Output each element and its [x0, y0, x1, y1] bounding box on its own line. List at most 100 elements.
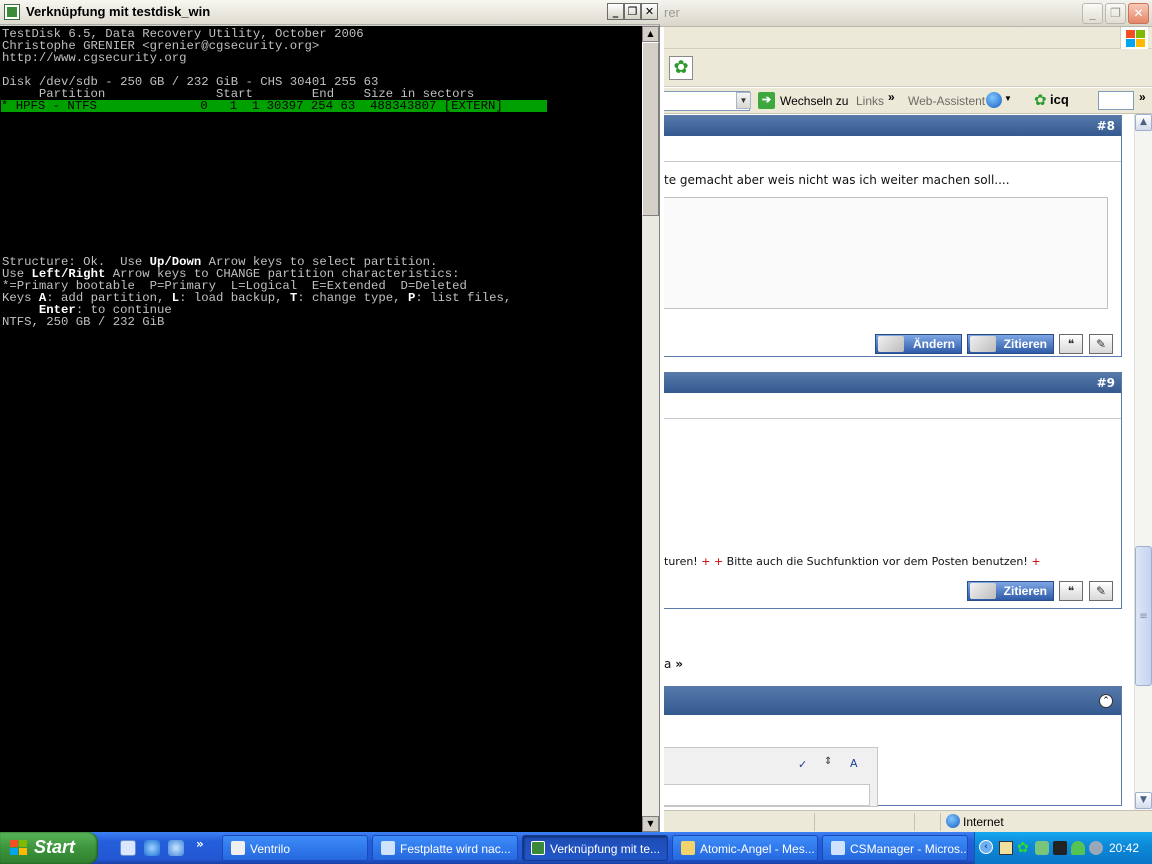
quick-reply-icon[interactable]: ✎ — [1089, 581, 1113, 601]
taskbar: Start » Ventrilo Festplatte wird nac... … — [0, 832, 1152, 864]
minimize-icon[interactable]: _ — [1082, 3, 1103, 24]
console-window: Verknüpfung mit testdisk_win _ ❐ ✕ TestD… — [0, 0, 660, 832]
media-player-icon[interactable] — [168, 840, 184, 856]
internet-explorer-icon — [831, 841, 845, 855]
task-atomic-angel[interactable]: Atomic-Angel - Mes... — [672, 835, 818, 861]
quick-reply-header: ⌃ — [664, 687, 1121, 715]
restore-icon[interactable]: ❐ — [1105, 3, 1126, 24]
speaker-icon[interactable] — [1089, 841, 1103, 855]
console-app-icon[interactable] — [4, 4, 20, 20]
console-line: http://www.cgsecurity.org — [2, 51, 187, 65]
chevron-down-icon[interactable]: ▼ — [1004, 94, 1012, 103]
minimize-icon[interactable]: _ — [607, 3, 624, 20]
console-scrollbar[interactable]: ▲ ▼ — [642, 26, 659, 832]
links-button[interactable]: Links — [856, 94, 884, 108]
chevron-left-icon[interactable]: ‹ — [979, 840, 993, 854]
messenger-icon[interactable] — [1071, 841, 1085, 855]
quick-reply-icon[interactable]: ✎ — [1089, 334, 1113, 354]
start-label: Start — [34, 837, 76, 857]
selected-partition-row[interactable]: * HPFS - NTFS 0 1 1 30397 254 63 4883438… — [1, 100, 547, 112]
icq-flower-icon[interactable]: ✿ — [1034, 91, 1047, 109]
globe-icon[interactable] — [986, 92, 1002, 108]
console-app-icon — [531, 841, 545, 855]
font-icon[interactable]: A — [850, 757, 858, 770]
web-assistant-button[interactable]: Web-Assistent — [908, 94, 985, 108]
status-bar: Internet — [664, 810, 1152, 832]
chevron-right-icon[interactable]: » — [196, 837, 204, 851]
spellcheck-icon[interactable]: ✓ — [798, 758, 807, 771]
scroll-up-icon[interactable]: ▲ — [642, 26, 659, 42]
system-tray: ‹ ✿ 20:42 — [974, 832, 1152, 864]
restore-icon[interactable]: ❐ — [624, 3, 641, 20]
task-festplatte[interactable]: Festplatte wird nac... — [372, 835, 518, 861]
multiquote-icon[interactable]: ❝ — [1059, 334, 1083, 354]
icq-search-input[interactable] — [1098, 91, 1134, 110]
messenger-icon — [681, 841, 695, 855]
security-zone: Internet — [963, 815, 1004, 829]
reply-textarea[interactable] — [664, 784, 870, 806]
internet-explorer-icon — [381, 841, 395, 855]
ventrilo-icon — [231, 841, 245, 855]
scrollbar-thumb[interactable]: ≡ — [1135, 546, 1152, 686]
thread-nav-link[interactable]: a » — [664, 657, 683, 671]
edit-button[interactable]: Ändern — [875, 334, 962, 354]
post-header: #9 — [664, 373, 1121, 393]
multiquote-icon[interactable]: ❝ — [1059, 581, 1083, 601]
chevron-down-icon[interactable]: ▼ — [736, 92, 751, 109]
scroll-down-icon[interactable]: ▼ — [642, 816, 659, 832]
reply-editor: ✓ ⇕ A — [664, 747, 878, 807]
desktop-icon[interactable] — [120, 840, 136, 856]
browser-title: rer — [664, 5, 680, 20]
post-number[interactable]: #8 — [1097, 119, 1115, 133]
scrollbar-thumb[interactable] — [642, 42, 659, 216]
quote-button[interactable]: Zitieren — [967, 581, 1054, 601]
post-number[interactable]: #9 — [1097, 376, 1115, 390]
network-icon[interactable] — [1053, 841, 1067, 855]
close-icon[interactable]: ✕ — [1128, 3, 1149, 24]
scroll-down-icon[interactable]: ▼ — [1135, 792, 1152, 809]
page-content: #8 te gemacht aber weis nicht was ich we… — [664, 114, 1134, 810]
forum-post: #8 te gemacht aber weis nicht was ich we… — [664, 115, 1122, 357]
tray-app-icon[interactable] — [1035, 841, 1049, 855]
chevron-right-icon[interactable]: » — [888, 90, 895, 104]
address-bar: ▼ ➔ Wechseln zu Links » Web-Assistent ▼ … — [664, 88, 1152, 114]
post-title-row — [664, 393, 1121, 419]
quote-button[interactable]: Zitieren — [967, 334, 1054, 354]
page-scrollbar[interactable]: ▲ ≡ ▼ — [1134, 114, 1152, 810]
post-header: #8 — [664, 116, 1121, 136]
post-signature: turen! + + Bitte auch die Suchfunktion v… — [664, 555, 1041, 568]
scissors-icon — [878, 336, 904, 352]
go-button[interactable]: Wechseln zu — [780, 94, 848, 108]
pen-icon — [970, 336, 996, 352]
browser-menubar — [664, 27, 1152, 49]
quick-launch: » — [104, 832, 220, 864]
scroll-up-icon[interactable]: ▲ — [1135, 114, 1152, 131]
close-icon[interactable]: ✕ — [641, 3, 658, 20]
task-ventrilo[interactable]: Ventrilo — [222, 835, 368, 861]
clock: 20:42 — [1109, 841, 1140, 855]
post-title-row — [664, 136, 1121, 162]
windows-logo-icon — [10, 840, 28, 856]
console-titlebar[interactable]: Verknüpfung mit testdisk_win _ ❐ ✕ — [0, 0, 660, 25]
tray-app-icon[interactable] — [999, 841, 1013, 855]
windows-logo-icon — [1120, 27, 1148, 49]
task-csmanager[interactable]: CSManager - Micros... — [822, 835, 968, 861]
start-button[interactable]: Start — [0, 832, 98, 864]
icq-flower-icon[interactable]: ✿ — [1017, 841, 1031, 855]
collapse-icon[interactable]: ⌃ — [1099, 694, 1113, 708]
quick-reply-panel: ⌃ ✓ ⇕ A — [664, 686, 1122, 807]
console-screen[interactable]: TestDisk 6.5, Data Recovery Utility, Oct… — [0, 26, 642, 832]
forum-post: #9 turen! + + Bitte auch die Suchfunktio… — [664, 372, 1122, 609]
go-arrow-icon[interactable]: ➔ — [758, 92, 775, 109]
icq-flower-icon[interactable]: ✿ — [669, 56, 693, 80]
console-line: NTFS, 250 GB / 232 GiB — [2, 315, 165, 329]
internet-explorer-icon[interactable] — [144, 840, 160, 856]
browser-toolbar: ✿ — [664, 49, 1152, 87]
task-testdisk[interactable]: Verknüpfung mit te... — [522, 835, 668, 861]
globe-icon — [946, 814, 960, 828]
chevron-right-icon[interactable]: » — [1139, 90, 1146, 104]
resize-arrows-icon[interactable]: ⇕ — [824, 756, 832, 767]
icq-button[interactable]: icq — [1050, 92, 1069, 107]
post-body-text: te gemacht aber weis nicht was ich weite… — [664, 173, 1010, 187]
pen-icon — [970, 583, 996, 599]
